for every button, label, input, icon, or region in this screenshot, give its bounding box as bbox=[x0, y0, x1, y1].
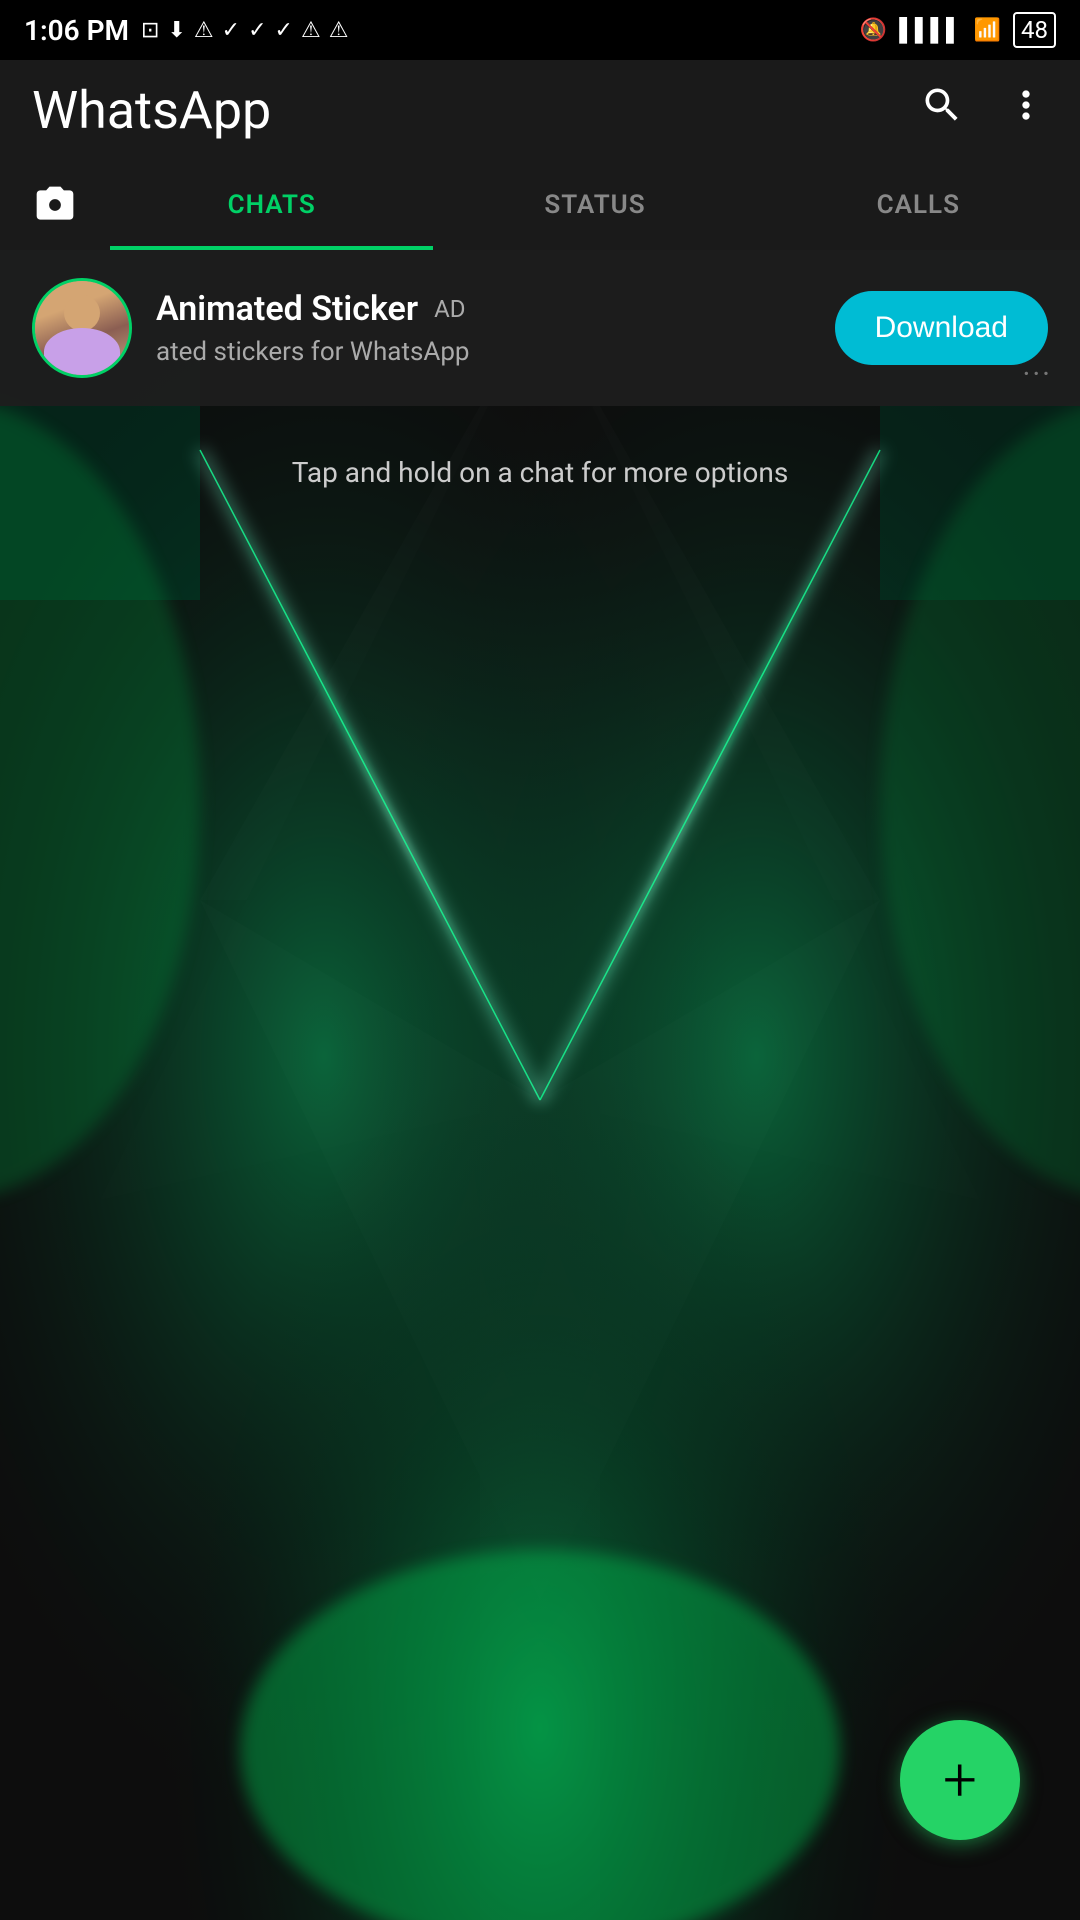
download-icon: ⬇ bbox=[167, 18, 185, 43]
ad-avatar bbox=[32, 278, 132, 378]
new-chat-fab[interactable]: + bbox=[900, 1720, 1020, 1840]
download-button[interactable]: Download bbox=[835, 291, 1048, 365]
plus-icon: + bbox=[943, 1750, 977, 1810]
mute-icon: 🔕 bbox=[860, 18, 887, 43]
app-bar-actions bbox=[920, 83, 1048, 138]
tab-bar: CHATS STATUS CALLS bbox=[0, 160, 1080, 250]
main-content: Animated Sticker AD ated stickers for Wh… bbox=[0, 250, 1080, 1920]
warning-icon-1: ⚠ bbox=[194, 18, 214, 43]
more-options-button[interactable] bbox=[1004, 83, 1048, 138]
ad-info: Animated Sticker AD ated stickers for Wh… bbox=[156, 289, 811, 367]
tab-status-label: STATUS bbox=[544, 190, 645, 220]
camera-tab[interactable] bbox=[0, 183, 110, 227]
tab-calls[interactable]: CALLS bbox=[757, 160, 1080, 250]
tab-chats-underline bbox=[110, 246, 433, 250]
hint-text: Tap and hold on a chat for more options bbox=[0, 406, 1080, 539]
status-bar: 1:06 PM ⊡ ⬇ ⚠ ✓ ✓ ✓ ⚠ ⚠ 🔕 ▌▌▌▌ 📶 48 bbox=[0, 0, 1080, 60]
ad-card: Animated Sticker AD ated stickers for Wh… bbox=[0, 250, 1080, 406]
app-title: WhatsApp bbox=[32, 80, 271, 141]
message-icon: ⊡ bbox=[141, 18, 159, 43]
app-bar: WhatsApp bbox=[0, 60, 1080, 160]
check-icon-3: ✓ bbox=[275, 18, 293, 43]
ad-more-options[interactable]: ··· bbox=[1022, 357, 1052, 392]
tab-chats-label: CHATS bbox=[228, 190, 316, 220]
ad-title-row: Animated Sticker AD bbox=[156, 289, 811, 329]
check-icon-2: ✓ bbox=[248, 18, 266, 43]
tab-chats[interactable]: CHATS bbox=[110, 160, 433, 250]
warning-icon-2: ⚠ bbox=[301, 18, 321, 43]
tab-calls-label: CALLS bbox=[877, 190, 960, 220]
status-bar-left: 1:06 PM ⊡ ⬇ ⚠ ✓ ✓ ✓ ⚠ ⚠ bbox=[24, 14, 348, 47]
check-icon-1: ✓ bbox=[222, 18, 240, 43]
wifi-icon: 📶 bbox=[974, 18, 1001, 43]
status-time: 1:06 PM bbox=[24, 14, 129, 47]
status-icons: ⊡ ⬇ ⚠ ✓ ✓ ✓ ⚠ ⚠ bbox=[141, 18, 348, 43]
ad-subtitle: ated stickers for WhatsApp bbox=[156, 337, 470, 367]
ad-title: Animated Sticker bbox=[156, 289, 418, 329]
tab-status[interactable]: STATUS bbox=[433, 160, 756, 250]
search-button[interactable] bbox=[920, 83, 964, 138]
warning-icon-3: ⚠ bbox=[329, 18, 349, 43]
battery-icon: 48 bbox=[1013, 12, 1056, 48]
ad-badge: AD bbox=[434, 295, 465, 323]
signal-icon: ▌▌▌▌ bbox=[899, 17, 961, 43]
ad-avatar-image bbox=[35, 281, 129, 375]
status-bar-right: 🔕 ▌▌▌▌ 📶 48 bbox=[860, 12, 1056, 48]
